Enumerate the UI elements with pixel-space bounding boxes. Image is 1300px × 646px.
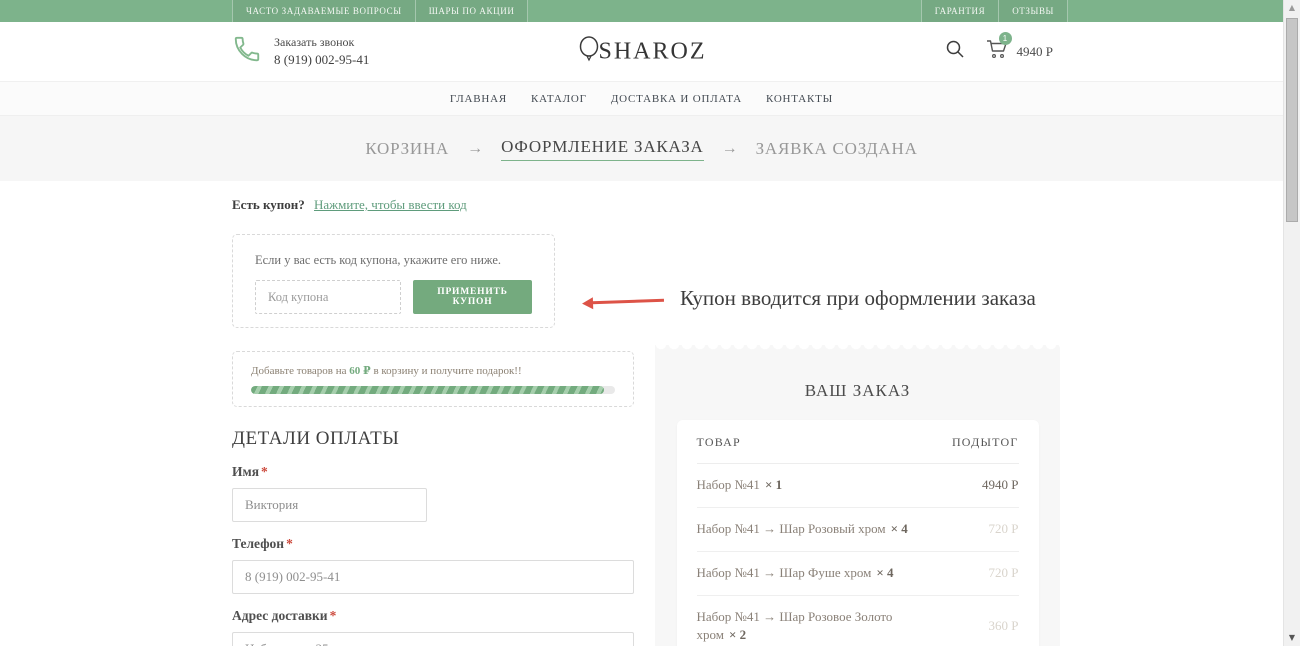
item-name-text: Набор №41 → Шар Розовый хром [697, 521, 886, 536]
cart-count-badge: 1 [999, 32, 1012, 45]
item-name-text: Набор №41 [697, 477, 760, 492]
topbar-left: ЧАСТО ЗАДАВАЕМЫЕ ВОПРОСЫ ШАРЫ ПО АКЦИИ [232, 0, 528, 22]
cart-total: 4940 Р [1017, 44, 1053, 60]
step-created: ЗАЯВКА СОЗДАНА [756, 139, 918, 159]
gift-text-before: Добавьте товаров на [251, 365, 349, 377]
topbar-link-sale[interactable]: ШАРЫ ПО АКЦИИ [415, 0, 529, 22]
gift-progress-track [251, 386, 615, 394]
callback-label[interactable]: Заказать звонок [274, 35, 369, 50]
order-row: Набор №41 × 1 4940 Р [697, 464, 1019, 508]
nav-item-delivery[interactable]: ДОСТАВКА И ОПЛАТА [611, 93, 742, 105]
search-icon[interactable] [945, 39, 965, 64]
balloon-icon [576, 34, 600, 69]
main-nav: ГЛАВНАЯ КАТАЛОГ ДОСТАВКА И ОПЛАТА КОНТАК… [0, 82, 1283, 116]
logo-text: SHAROZ [598, 38, 706, 65]
scroll-down-arrow-icon[interactable]: ▼ [1284, 633, 1300, 642]
step-arrow-icon: → [467, 140, 483, 158]
gift-amount: 60 ₽ [349, 365, 370, 377]
coupon-code-input[interactable] [255, 280, 401, 314]
coupon-question-label: Есть купон? [232, 197, 305, 212]
address-field[interactable] [232, 632, 634, 646]
item-qty: × 4 [876, 565, 893, 580]
topbar-right: ГАРАНТИЯ ОТЗЫВЫ [921, 0, 1068, 22]
item-qty: × 1 [765, 477, 782, 492]
item-name-text: Набор №41 → Шар Розовое Золото хром [697, 609, 893, 643]
gift-progress-fill [251, 386, 604, 394]
phone-label-text: Телефон [232, 536, 284, 551]
order-row: Набор №41 → Шар Розовое Золото хром× 2 3… [697, 596, 1019, 646]
topbar-link-warranty[interactable]: ГАРАНТИЯ [921, 0, 998, 22]
logo[interactable]: SHAROZ [576, 34, 706, 69]
name-label-text: Имя [232, 464, 259, 479]
callback-block[interactable]: Заказать звонок 8 (919) 002-95-41 [232, 34, 369, 69]
phone-icon [232, 34, 262, 69]
gift-progress-box: Добавьте товаров на 60 ₽ в корзину и пол… [232, 351, 634, 407]
annotation-text: Купон вводится при оформлении заказа [680, 286, 1036, 311]
item-name: Набор №41 × 1 [697, 476, 783, 495]
item-qty: × 2 [729, 627, 746, 642]
item-price: 720 Р [989, 565, 1019, 581]
item-name: Набор №41 → Шар Розовое Золото хром× 2 [697, 608, 927, 646]
checkout-steps: КОРЗИНА → ОФОРМЛЕНИЕ ЗАКАЗА → ЗАЯВКА СОЗ… [0, 116, 1283, 181]
callback-texts: Заказать звонок 8 (919) 002-95-41 [274, 35, 369, 68]
header-phone-number: 8 (919) 002-95-41 [274, 52, 369, 68]
address-field-label: Адрес доставки* [232, 608, 634, 624]
gift-text-after: в корзину и получите подарок!! [371, 365, 522, 377]
coupon-row: ПРИМЕНИТЬ КУПОН [255, 280, 532, 314]
item-qty: × 4 [891, 521, 908, 536]
topbar-link-reviews[interactable]: ОТЗЫВЫ [998, 0, 1068, 22]
item-price: 720 Р [989, 521, 1019, 537]
step-checkout[interactable]: ОФОРМЛЕНИЕ ЗАКАЗА [501, 137, 703, 161]
left-column: Есть купон? Нажмите, чтобы ввести код Ес… [232, 181, 634, 646]
apply-coupon-button[interactable]: ПРИМЕНИТЬ КУПОН [413, 280, 532, 314]
item-name: Набор №41 → Шар Фуше хром × 4 [697, 564, 894, 583]
scrollbar[interactable]: ▲ ▼ [1283, 0, 1300, 646]
required-mark: * [261, 464, 268, 479]
order-summary-panel: ВАШ ЗАКАЗ ТОВАР ПОДЫТОГ Набор №41 × 1 494… [655, 345, 1060, 646]
item-name: Набор №41 → Шар Розовый хром × 4 [697, 520, 908, 539]
required-mark: * [330, 608, 337, 623]
nav-item-home[interactable]: ГЛАВНАЯ [450, 93, 507, 105]
receipt-edge [655, 345, 1060, 353]
scrollbar-thumb[interactable] [1286, 18, 1298, 222]
address-label-text: Адрес доставки [232, 608, 328, 623]
billing-title: ДЕТАЛИ ОПЛАТЫ [232, 428, 634, 450]
required-mark: * [286, 536, 293, 551]
gift-text: Добавьте товаров на 60 ₽ в корзину и пол… [251, 364, 615, 377]
coupon-hint: Если у вас есть код купона, укажите его … [255, 253, 532, 268]
order-title: ВАШ ЗАКАЗ [655, 353, 1060, 401]
item-price: 4940 Р [982, 477, 1018, 493]
col-subtotal: ПОДЫТОГ [952, 435, 1019, 450]
header-actions: 1 4940 Р [945, 39, 1053, 65]
header: Заказать звонок 8 (919) 002-95-41 SHAROZ [0, 22, 1283, 82]
coupon-toggle-link[interactable]: Нажмите, чтобы ввести код [314, 197, 467, 212]
order-row: Набор №41 → Шар Фуше хром × 4 720 Р [697, 552, 1019, 596]
order-card: ТОВАР ПОДЫТОГ Набор №41 × 1 4940 Р Набор … [677, 420, 1039, 646]
order-row: Набор №41 → Шар Розовый хром × 4 720 Р [697, 508, 1019, 552]
phone-field[interactable] [232, 560, 634, 594]
page: ЧАСТО ЗАДАВАЕМЫЕ ВОПРОСЫ ШАРЫ ПО АКЦИИ Г… [0, 0, 1283, 646]
coupon-box: Если у вас есть код купона, укажите его … [232, 234, 555, 328]
main-content: Есть купон? Нажмите, чтобы ввести код Ес… [0, 181, 1283, 646]
name-field[interactable] [232, 488, 427, 522]
step-cart[interactable]: КОРЗИНА [365, 139, 449, 159]
topbar-link-faq[interactable]: ЧАСТО ЗАДАВАЕМЫЕ ВОПРОСЫ [232, 0, 415, 22]
name-field-label: Имя* [232, 464, 634, 480]
coupon-question-row: Есть купон? Нажмите, чтобы ввести код [232, 197, 634, 213]
cart-button[interactable]: 1 4940 Р [985, 39, 1053, 65]
item-price: 360 Р [989, 618, 1019, 634]
nav-item-contacts[interactable]: КОНТАКТЫ [766, 93, 833, 105]
scroll-up-arrow-icon[interactable]: ▲ [1284, 3, 1300, 12]
step-arrow-icon: → [722, 140, 738, 158]
order-table-header: ТОВАР ПОДЫТОГ [697, 420, 1019, 464]
col-product: ТОВАР [697, 435, 741, 450]
nav-item-catalog[interactable]: КАТАЛОГ [531, 93, 587, 105]
order-panel-body: ВАШ ЗАКАЗ ТОВАР ПОДЫТОГ Набор №41 × 1 494… [655, 353, 1060, 646]
topbar: ЧАСТО ЗАДАВАЕМЫЕ ВОПРОСЫ ШАРЫ ПО АКЦИИ Г… [0, 0, 1283, 22]
item-name-text: Набор №41 → Шар Фуше хром [697, 565, 872, 580]
phone-field-label: Телефон* [232, 536, 634, 552]
